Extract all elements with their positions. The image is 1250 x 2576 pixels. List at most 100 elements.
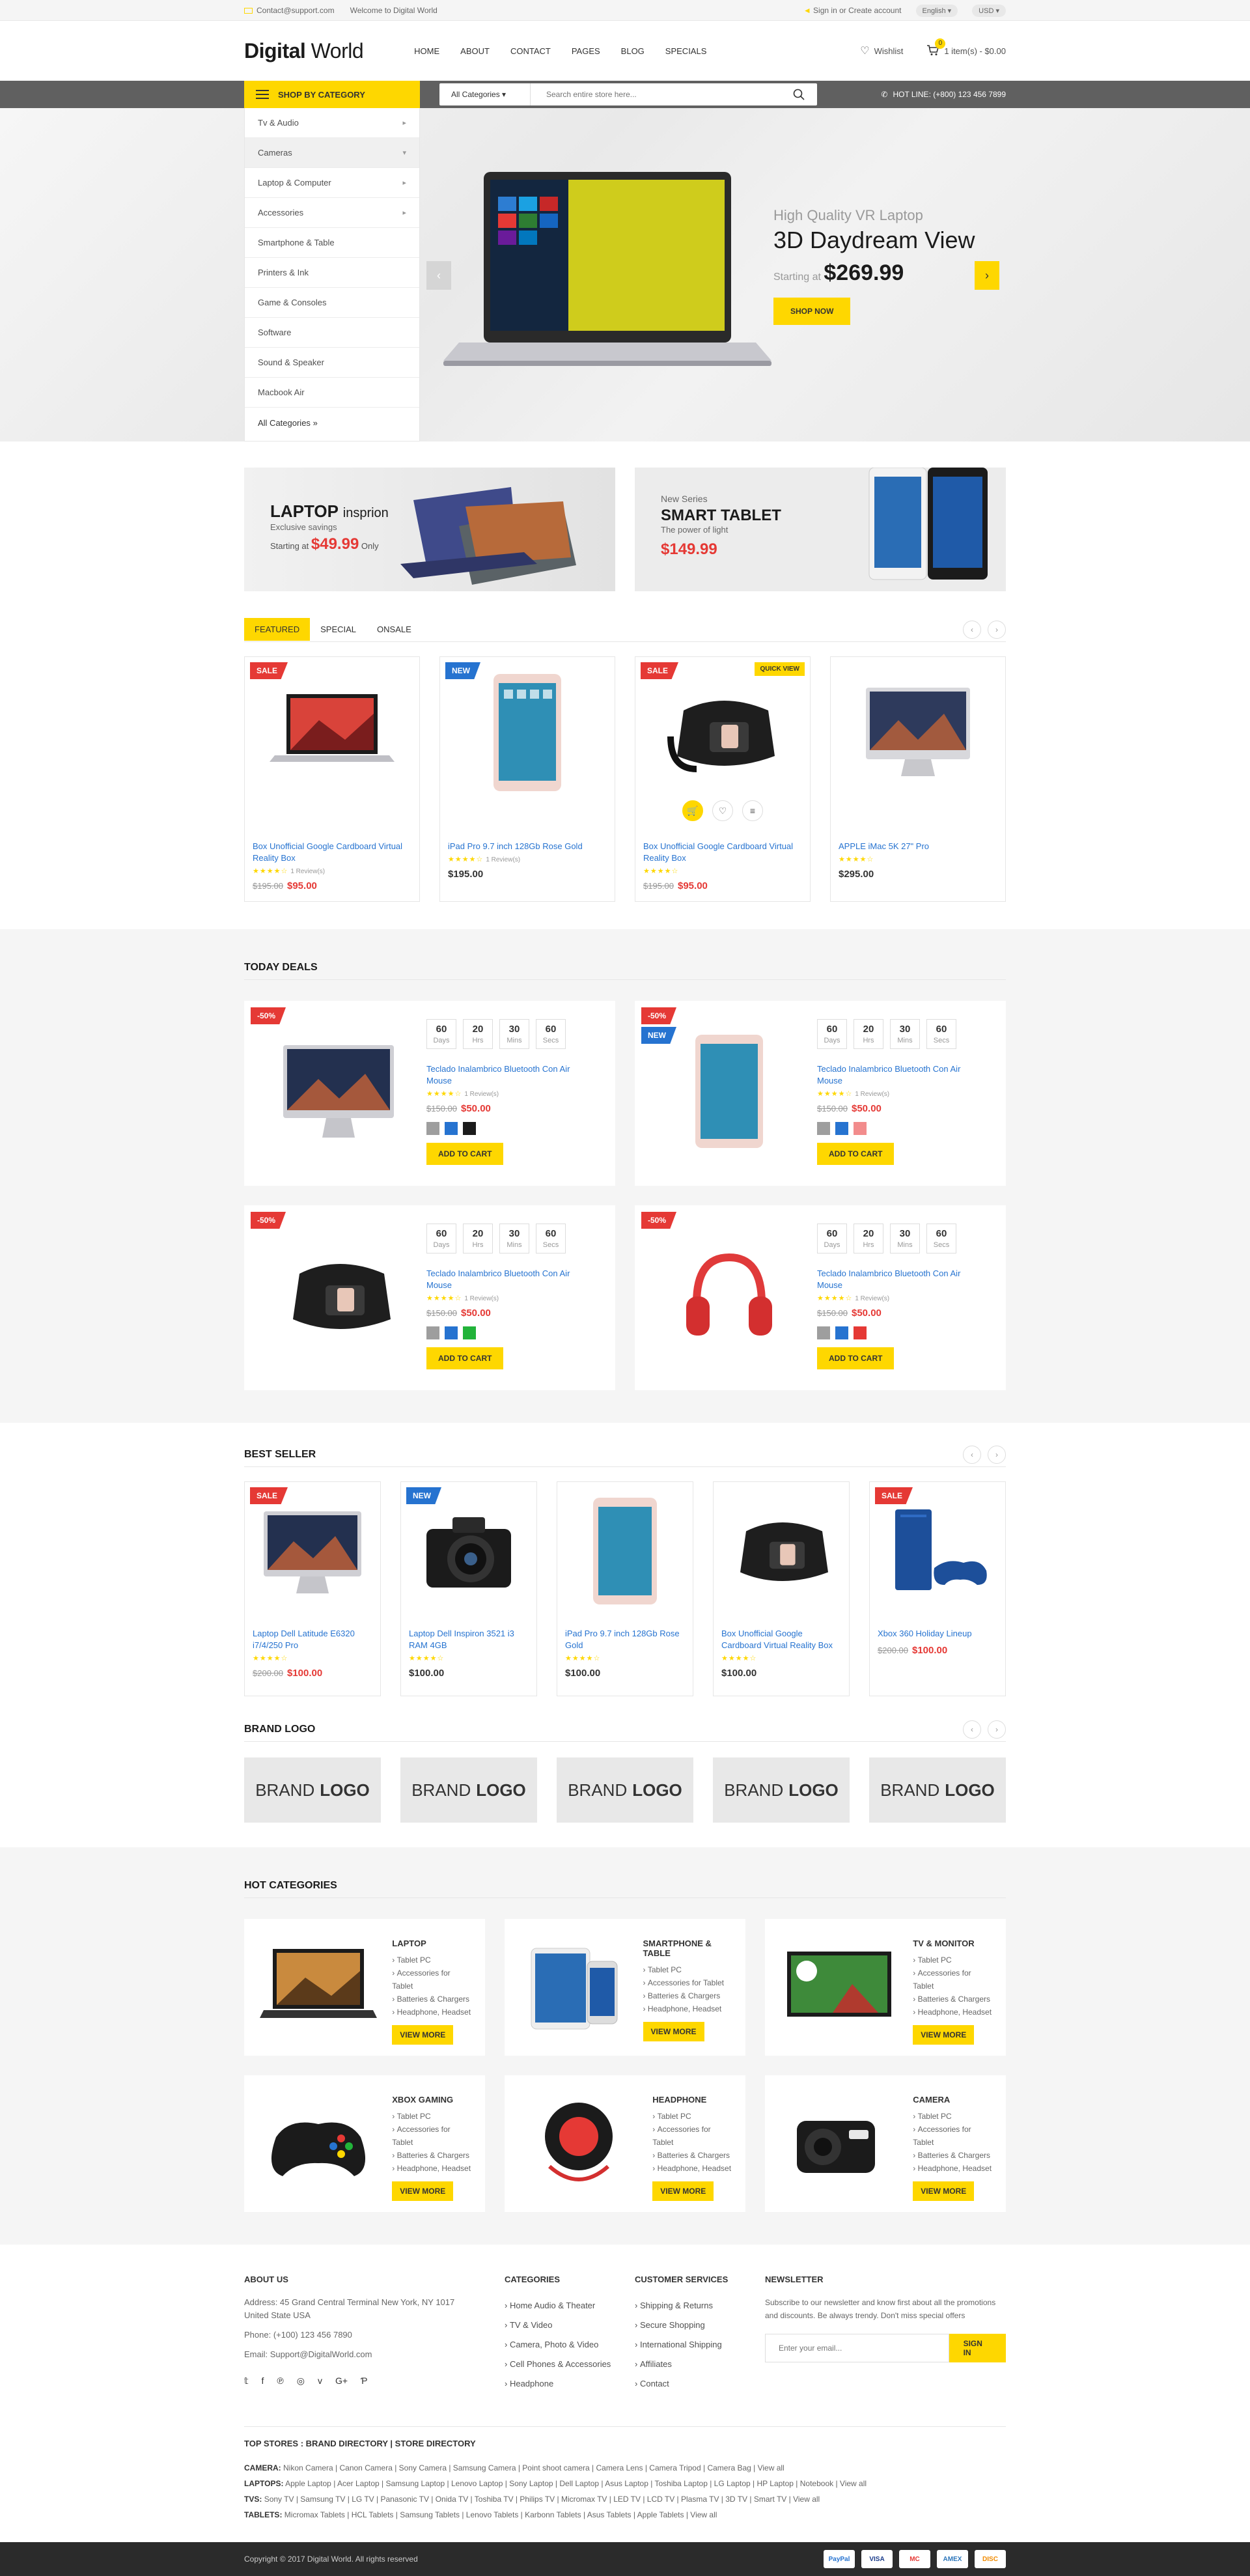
pinterest-p-icon[interactable]: Ƥ: [361, 2375, 368, 2387]
deal-image[interactable]: [661, 1238, 798, 1355]
category-image[interactable]: [257, 2095, 379, 2192]
nav-specials[interactable]: SPECIALS: [665, 46, 707, 56]
carousel-next-button[interactable]: ›: [988, 1720, 1006, 1739]
carousel-prev-button[interactable]: ‹: [963, 1445, 981, 1464]
footer-link[interactable]: › Contact: [635, 2374, 765, 2394]
category-item[interactable]: Macbook Air: [245, 378, 419, 408]
hot-category-card[interactable]: HEADPHONE › Tablet PC › Accessories for Ta…: [505, 2075, 745, 2212]
contact-email-link[interactable]: Contact@support.com: [257, 6, 335, 15]
subcategory-link[interactable]: › Accessories for Tablet: [652, 2123, 732, 2149]
laptop-banner[interactable]: LAPTOP insprion Exclusive savings Starti…: [244, 468, 615, 591]
deal-image[interactable]: [270, 1033, 407, 1151]
swatch-green[interactable]: [463, 1326, 476, 1339]
add-to-cart-button[interactable]: ADD TO CART: [817, 1143, 895, 1165]
category-title[interactable]: XBOX GAMING: [392, 2095, 472, 2105]
product-card[interactable]: APPLE iMac 5K 27" Pro ★★★★☆ $295.00: [830, 656, 1006, 902]
nav-contact[interactable]: CONTACT: [510, 46, 551, 56]
category-image[interactable]: [518, 1939, 630, 2036]
view-more-button[interactable]: VIEW MORE: [913, 2025, 975, 2045]
deal-card[interactable]: -50% 60 Days 20 Hrs 30 Mins 60 Secs Teclado …: [635, 1205, 1006, 1390]
subcategory-link[interactable]: › Batteries & Chargers: [913, 2149, 993, 2162]
add-to-cart-button[interactable]: ADD TO CART: [426, 1143, 504, 1165]
deal-name[interactable]: Teclado Inalambrico Bluetooth Con Air Mo…: [817, 1268, 980, 1291]
newsletter-submit-button[interactable]: SIGN IN: [949, 2334, 1006, 2362]
product-image[interactable]: [409, 1490, 529, 1614]
category-title[interactable]: TV & MONITOR: [913, 1939, 993, 1948]
language-select[interactable]: English ▾: [915, 4, 958, 17]
swatch-grey[interactable]: [426, 1326, 439, 1339]
google-plus-icon[interactable]: G+: [335, 2375, 348, 2387]
footer-link[interactable]: › Camera, Photo & Video: [505, 2335, 635, 2355]
product-image[interactable]: [565, 1490, 685, 1614]
product-card[interactable]: iPad Pro 9.7 inch 128Gb Rose Gold ★★★★☆ …: [557, 1481, 693, 1696]
swatch-pink[interactable]: [854, 1122, 867, 1135]
subcategory-link[interactable]: › Accessories for Tablet: [392, 1967, 472, 1993]
footer-link[interactable]: › International Shipping: [635, 2335, 765, 2355]
nav-home[interactable]: HOME: [414, 46, 439, 56]
subcategory-link[interactable]: › Tablet PC: [392, 1953, 472, 1967]
view-more-button[interactable]: VIEW MORE: [643, 2022, 704, 2041]
view-more-button[interactable]: VIEW MORE: [392, 2025, 454, 2045]
category-item[interactable]: Sound & Speaker: [245, 348, 419, 378]
hot-category-card[interactable]: XBOX GAMING › Tablet PC › Accessories for …: [244, 2075, 485, 2212]
product-name[interactable]: APPLE iMac 5K 27" Pro: [839, 841, 997, 852]
product-name[interactable]: Xbox 360 Holiday Lineup: [878, 1628, 997, 1640]
category-image[interactable]: [778, 1939, 900, 2036]
swatch-blue[interactable]: [445, 1122, 458, 1135]
swatch-blue[interactable]: [835, 1326, 848, 1339]
category-item[interactable]: Printers & Ink: [245, 258, 419, 288]
category-item[interactable]: Smartphone & Table: [245, 228, 419, 258]
carousel-prev-button[interactable]: ‹: [963, 1720, 981, 1739]
deal-name[interactable]: Teclado Inalambrico Bluetooth Con Air Mo…: [426, 1063, 589, 1087]
subcategory-link[interactable]: › Headphone, Headset: [392, 2162, 472, 2175]
category-title[interactable]: SMARTPHONE & TABLE: [643, 1939, 733, 1958]
swatch-grey[interactable]: [426, 1122, 439, 1135]
subcategory-link[interactable]: › Accessories for Tablet: [913, 1967, 993, 1993]
swatch-blue[interactable]: [445, 1326, 458, 1339]
category-item[interactable]: Software: [245, 318, 419, 348]
tab-onsale[interactable]: ONSALE: [367, 618, 422, 641]
cart-link[interactable]: 01 item(s) - $0.00: [926, 38, 1006, 58]
tab-special[interactable]: SPECIAL: [310, 618, 367, 641]
deal-name[interactable]: Teclado Inalambrico Bluetooth Con Air Mo…: [426, 1268, 589, 1291]
product-name[interactable]: Laptop Dell Inspiron 3521 i3 RAM 4GB: [409, 1628, 529, 1651]
product-card[interactable]: NEW iPad Pro 9.7 inch 128Gb Rose Gold ★★…: [439, 656, 615, 902]
slider-next-button[interactable]: ›: [975, 261, 999, 290]
shop-by-category-button[interactable]: SHOP BY CATEGORY: [244, 81, 420, 108]
category-item[interactable]: Tv & Audio ▸: [245, 108, 419, 138]
subcategory-link[interactable]: › Batteries & Chargers: [913, 1993, 993, 2006]
subcategory-link[interactable]: › Accessories for Tablet: [392, 2123, 472, 2149]
nav-about[interactable]: ABOUT: [460, 46, 490, 56]
brand-logo[interactable]: BRAND LOGO: [400, 1757, 537, 1823]
search-category-select[interactable]: All Categories ▾: [439, 83, 531, 105]
category-title[interactable]: HEADPHONE: [652, 2095, 732, 2105]
product-image[interactable]: [253, 1490, 372, 1614]
subcategory-link[interactable]: › Headphone, Headset: [392, 2006, 472, 2019]
swatch-red[interactable]: [854, 1326, 867, 1339]
product-name[interactable]: iPad Pro 9.7 inch 128Gb Rose Gold: [565, 1628, 685, 1651]
product-image[interactable]: [253, 665, 411, 802]
wishlist-heart-icon[interactable]: ♡: [712, 800, 733, 821]
subcategory-link[interactable]: › Accessories for Tablet: [643, 1976, 733, 1989]
carousel-next-button[interactable]: ›: [988, 1445, 1006, 1464]
subcategory-link[interactable]: › Tablet PC: [643, 1963, 733, 1976]
footer-link[interactable]: › Shipping & Returns: [635, 2296, 765, 2316]
product-name[interactable]: Box Unofficial Google Cardboard Virtual …: [643, 841, 802, 864]
subcategory-link[interactable]: › Batteries & Chargers: [392, 1993, 472, 2006]
product-image[interactable]: [878, 1490, 997, 1614]
product-image[interactable]: [643, 665, 802, 802]
add-to-cart-icon[interactable]: 🛒: [682, 800, 703, 821]
facebook-icon[interactable]: f: [262, 2375, 264, 2387]
subcategory-link[interactable]: › Tablet PC: [392, 2110, 472, 2123]
deal-image[interactable]: [270, 1238, 407, 1355]
twitter-icon[interactable]: 𝕥: [244, 2375, 249, 2387]
product-card[interactable]: SALE Laptop Dell Latitude E6320 i7/4/250…: [244, 1481, 381, 1696]
product-card[interactable]: Box Unofficial Google Cardboard Virtual …: [713, 1481, 850, 1696]
category-image[interactable]: [778, 2095, 900, 2192]
store-row-links[interactable]: Nikon Camera | Canon Camera | Sony Camer…: [283, 2463, 785, 2472]
subcategory-link[interactable]: › Headphone, Headset: [913, 2006, 993, 2019]
footer-link[interactable]: › Cell Phones & Accessories: [505, 2355, 635, 2374]
product-card[interactable]: SALE Box Unofficial Google Cardboard Vir…: [244, 656, 420, 902]
search-button[interactable]: [781, 83, 817, 105]
product-card[interactable]: SALE Xbox 360 Holiday Lineup $200.00 $100…: [869, 1481, 1006, 1696]
